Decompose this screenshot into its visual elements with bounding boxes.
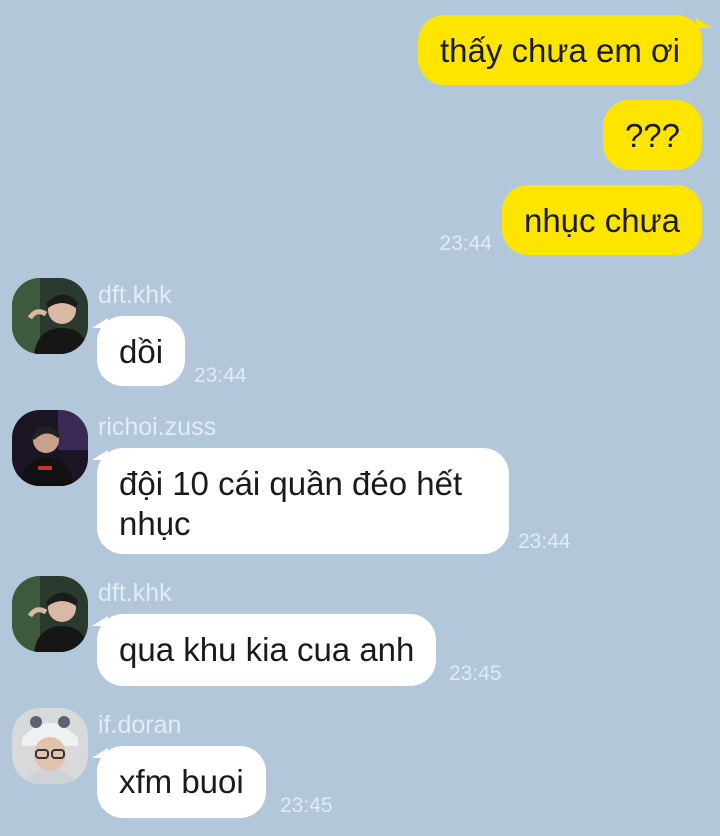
message-bubble-incoming[interactable]: dồi [97,316,186,386]
message-bubble-incoming[interactable]: qua khu kia cua anh [97,614,437,686]
sender-name: richoi.zuss [98,413,217,441]
sender-name: if.doran [98,711,182,739]
person-avatar-icon [12,576,88,652]
message-timestamp: 23:44 [518,530,571,553]
avatar[interactable] [12,410,88,486]
sender-name: dft.khk [98,579,172,607]
message-timestamp: 23:45 [449,662,502,685]
message-bubble-incoming[interactable]: xfm buoi [97,746,266,818]
sender-name: dft.khk [98,281,172,309]
message-bubble-outgoing[interactable]: ??? [602,100,702,170]
message-timestamp: 23:44 [194,364,247,387]
person-avatar-icon [12,278,88,354]
bubble-tail [696,18,712,28]
message-timestamp: 23:44 [439,232,492,255]
message-bubble-outgoing[interactable]: thấy chưa em ơi [418,15,702,85]
avatar[interactable] [12,278,88,354]
message-timestamp: 23:45 [280,794,333,817]
message-bubble-incoming[interactable]: đội 10 cái quần đéo hết nhục [97,448,509,554]
avatar[interactable] [12,576,88,652]
message-bubble-outgoing[interactable]: nhục chưa [501,185,702,255]
avatar[interactable] [12,708,88,784]
person-avatar-icon [12,410,88,486]
person-avatar-icon [12,708,88,784]
